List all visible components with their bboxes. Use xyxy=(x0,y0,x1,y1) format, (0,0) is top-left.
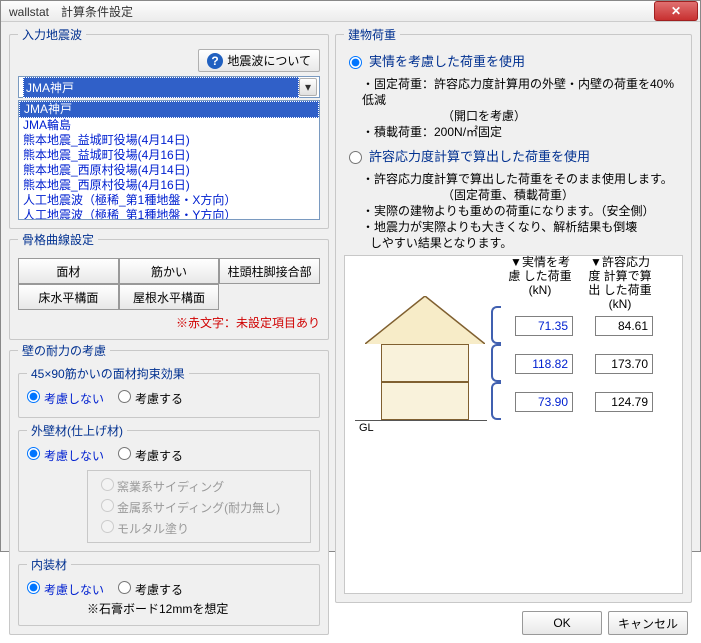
window-title: wallstat 計算条件設定 xyxy=(9,3,654,20)
skeleton-legend: 骨格曲線設定 xyxy=(18,231,98,248)
dialog-footer: OK キャンセル xyxy=(335,611,692,635)
wall-sub1: 45×90筋かいの面材拘束効果 考慮しない 考慮する xyxy=(18,365,320,418)
load-opt1-desc: ・固定荷重：許容応力度計算用の外壁・内壁の荷重を40%低減 （開口を考慮） ・積… xyxy=(352,76,683,140)
seismic-group: 入力地震波 地震波について JMA神戸 ▾ JMA神戸 JMA輪島 熊本地震_益… xyxy=(9,26,329,229)
ok-button[interactable]: OK xyxy=(522,611,602,635)
val-a1: 71.35 xyxy=(515,316,573,336)
brace-icon xyxy=(491,382,501,420)
roof-outline xyxy=(365,296,485,344)
radio-input[interactable] xyxy=(349,151,362,164)
list-item[interactable]: JMA輪島 xyxy=(19,118,319,133)
cancel-button[interactable]: キャンセル xyxy=(608,611,688,635)
radio-sub1-no[interactable]: 考慮しない xyxy=(27,390,104,407)
col1-header: ▼実情を考慮 した荷重(kN) xyxy=(505,256,575,298)
radio-sub2-yes[interactable]: 考慮する xyxy=(118,447,183,464)
radio-input[interactable] xyxy=(118,390,131,403)
wall-legend: 壁の耐力の考慮 xyxy=(18,342,110,359)
siding-opt: 金属系サイディング(耐力無し) xyxy=(96,496,302,517)
chevron-down-icon: ▾ xyxy=(299,78,317,96)
list-item[interactable]: 熊本地震_益城町役場(4月14日) xyxy=(19,133,319,148)
siding-options: 窯業系サイディング 金属系サイディング(耐力無し) モルタル塗り xyxy=(87,470,311,543)
btn-roof[interactable]: 屋根水平構面 xyxy=(119,284,220,310)
list-item[interactable]: 人工地震波（極稀_第1種地盤・Y方向） xyxy=(19,208,319,220)
wall-sub2-legend: 外壁材(仕上げ材) xyxy=(27,422,127,439)
skeleton-note: ※赤文字：未設定項目あり xyxy=(18,314,320,331)
radio-sub3-yes[interactable]: 考慮する xyxy=(118,581,183,598)
radio-input xyxy=(101,478,114,491)
house-story-2 xyxy=(381,344,469,382)
close-button[interactable]: ✕ xyxy=(654,1,698,21)
list-item[interactable]: 熊本地震_益城町役場(4月16日) xyxy=(19,148,319,163)
radio-input[interactable] xyxy=(349,56,362,69)
btn-joint[interactable]: 柱頭柱脚接合部 xyxy=(219,258,320,284)
radio-input[interactable] xyxy=(27,447,40,460)
list-item[interactable]: 熊本地震_西原村役場(4月14日) xyxy=(19,163,319,178)
house-story-1 xyxy=(381,382,469,420)
load-group: 建物荷重 実情を考慮した荷重を使用 ・固定荷重：許容応力度計算用の外壁・内壁の荷… xyxy=(335,26,692,603)
gl-label: GL xyxy=(359,422,374,434)
wall-group: 壁の耐力の考慮 45×90筋かいの面材拘束効果 考慮しない 考慮する 外壁材(仕… xyxy=(9,342,329,635)
val-a3: 73.90 xyxy=(515,392,573,412)
list-item[interactable]: 熊本地震_西原村役場(4月16日) xyxy=(19,178,319,193)
list-item[interactable]: 人工地震波（極稀_第1種地盤・X方向） xyxy=(19,193,319,208)
skeleton-group: 骨格曲線設定 面材 筋かい 柱頭柱脚接合部 床水平構面 屋根水平構面 ※赤文字：… xyxy=(9,231,329,340)
close-icon: ✕ xyxy=(671,4,681,18)
titlebar: wallstat 計算条件設定 ✕ xyxy=(1,1,700,22)
interior-note: ※石膏ボード12mmを想定 xyxy=(87,600,311,617)
siding-opt: モルタル塗り xyxy=(96,517,302,538)
val-b2: 173.70 xyxy=(595,354,653,374)
seismic-legend: 入力地震波 xyxy=(18,26,86,43)
radio-sub1-yes[interactable]: 考慮する xyxy=(118,390,183,407)
val-b3: 124.79 xyxy=(595,392,653,412)
btn-face[interactable]: 面材 xyxy=(18,258,119,284)
siding-opt: 窯業系サイディング xyxy=(96,475,302,496)
wall-sub1-legend: 45×90筋かいの面材拘束効果 xyxy=(27,365,189,382)
seismic-listbox[interactable]: JMA神戸 JMA輪島 熊本地震_益城町役場(4月14日) 熊本地震_益城町役場… xyxy=(18,100,320,220)
radio-input xyxy=(101,520,114,533)
btn-brace[interactable]: 筋かい xyxy=(119,258,220,284)
btn-floor[interactable]: 床水平構面 xyxy=(18,284,119,310)
wall-sub3-legend: 内装材 xyxy=(27,556,71,573)
brace-icon xyxy=(491,306,501,344)
seismic-combo[interactable]: JMA神戸 ▾ xyxy=(18,76,320,98)
brace-icon xyxy=(491,344,501,382)
radio-input xyxy=(101,499,114,512)
radio-input[interactable] xyxy=(118,581,131,594)
ground-line xyxy=(355,420,487,421)
radio-sub3-no[interactable]: 考慮しない xyxy=(27,581,104,598)
radio-sub2-no[interactable]: 考慮しない xyxy=(27,447,104,464)
load-opt1[interactable]: 実情を考慮した荷重を使用 xyxy=(344,51,683,70)
load-opt2-desc: ・許容応力度計算で算出した荷重をそのまま使用します。 （固定荷重、積載荷重） ・… xyxy=(352,171,683,251)
val-b1: 84.61 xyxy=(595,316,653,336)
radio-input[interactable] xyxy=(27,581,40,594)
combo-selected: JMA神戸 xyxy=(23,77,299,98)
wall-sub2: 外壁材(仕上げ材) 考慮しない 考慮する 窯業系サイディング 金属系サイディング… xyxy=(18,422,320,552)
wall-sub3: 内装材 考慮しない 考慮する ※石膏ボード12mmを想定 xyxy=(18,556,320,626)
radio-input[interactable] xyxy=(27,390,40,403)
load-opt2[interactable]: 許容応力度計算で算出した荷重を使用 xyxy=(344,146,683,165)
load-diagram: ▼実情を考慮 した荷重(kN) ▼許容応力度 計算で算出 した荷重(kN) GL… xyxy=(344,255,683,594)
help-icon xyxy=(207,53,223,69)
val-a2: 118.82 xyxy=(515,354,573,374)
help-label: 地震波について xyxy=(227,52,311,69)
radio-input[interactable] xyxy=(118,447,131,460)
load-legend: 建物荷重 xyxy=(344,26,400,43)
list-item[interactable]: JMA神戸 xyxy=(19,101,319,118)
seismic-help-button[interactable]: 地震波について xyxy=(198,49,320,72)
dialog-window: wallstat 計算条件設定 ✕ 入力地震波 地震波について JMA神戸 ▾ … xyxy=(0,0,701,552)
